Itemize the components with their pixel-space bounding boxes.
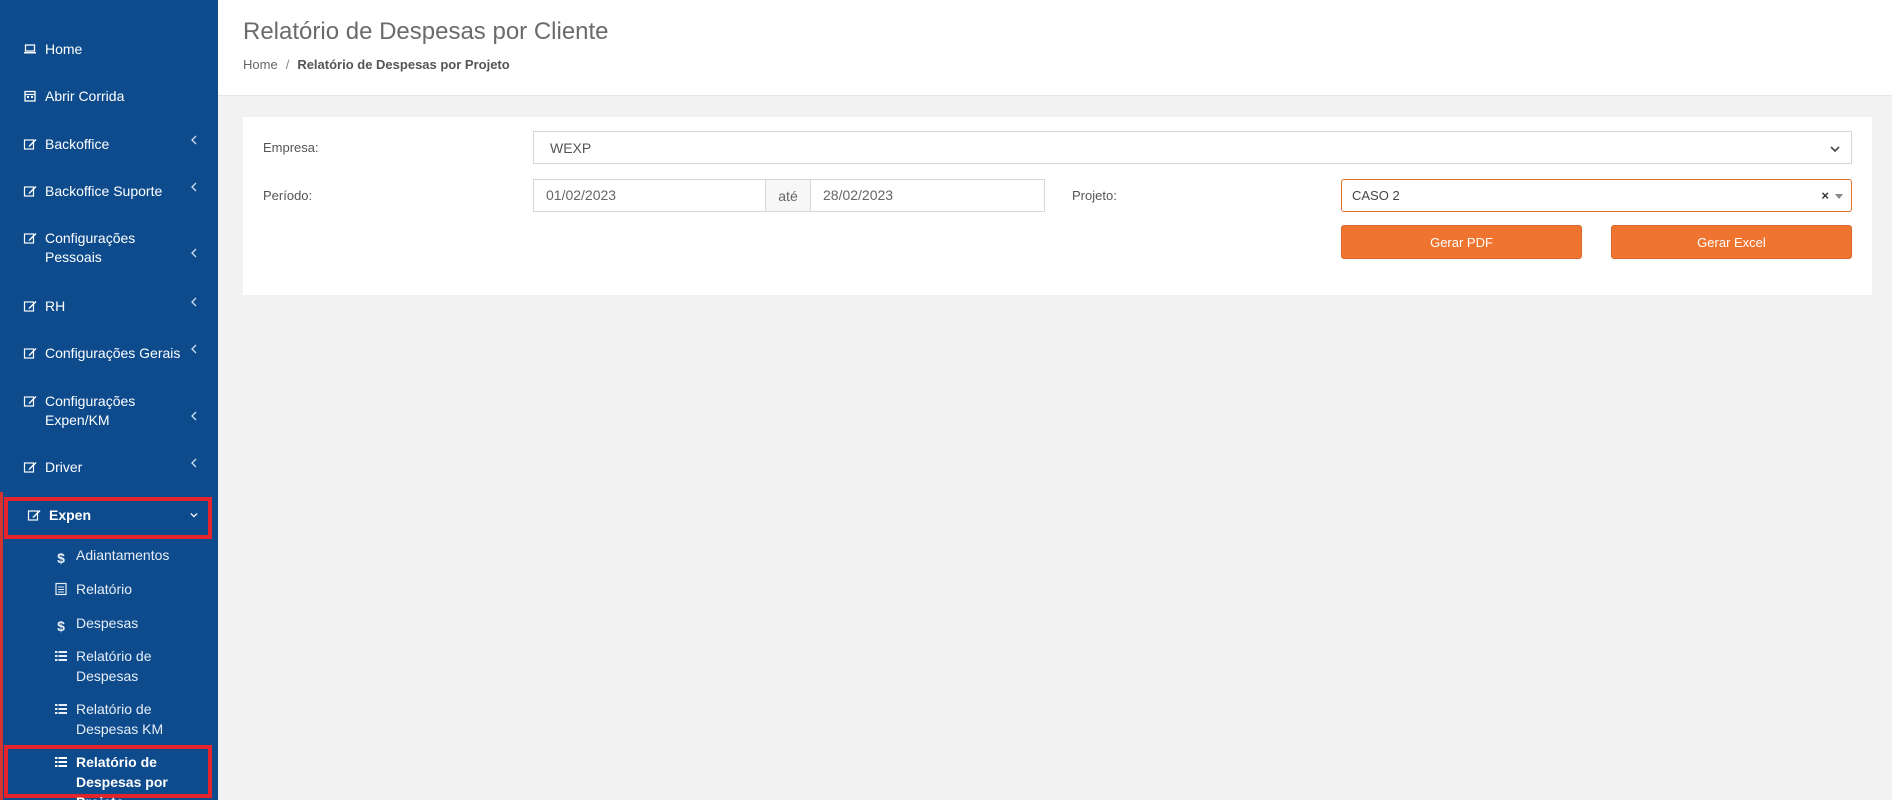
- report-filter-card: Empresa: WEXP Período: 01/02/2023 até 28…: [243, 117, 1872, 295]
- breadcrumb: Home / Relatório de Despesas por Projeto: [243, 57, 510, 72]
- empresa-label: Empresa:: [263, 140, 319, 155]
- breadcrumb-current: Relatório de Despesas por Projeto: [297, 57, 510, 72]
- sidebar-item-backoffice[interactable]: Backoffice: [0, 135, 218, 154]
- submenu-item-label: Relatório: [76, 581, 133, 597]
- sidebar-item-label: Home: [45, 41, 83, 57]
- sidebar-item-home[interactable]: Home: [0, 40, 218, 59]
- sidebar-item-configuracoes-gerais[interactable]: Configurações Gerais: [0, 344, 218, 363]
- chevron-left-icon: [190, 458, 198, 468]
- gerar-excel-button[interactable]: Gerar Excel: [1611, 225, 1852, 259]
- empresa-select[interactable]: WEXP: [533, 131, 1852, 164]
- chevron-left-icon: [190, 297, 198, 307]
- submenu-item-relatorio-de-despesas-por-projeto[interactable]: Relatório de Despesas por Projeto: [54, 752, 204, 800]
- list-icon: [54, 702, 68, 716]
- page-header: Relatório de Despesas por Cliente Home / R…: [218, 0, 1892, 96]
- calendar-icon: [23, 89, 37, 103]
- projeto-select[interactable]: CASO 2 ×: [1341, 179, 1852, 212]
- chevron-left-icon: [190, 411, 198, 421]
- sidebar: Home Abrir Corrida Backoffice Backoffice…: [0, 0, 218, 800]
- caret-down-icon: [1835, 194, 1843, 199]
- sidebar-item-driver[interactable]: Driver: [0, 458, 218, 477]
- sidebar-item-backoffice-suporte[interactable]: Backoffice Suporte: [0, 182, 218, 201]
- chevron-down-icon: [190, 510, 198, 520]
- breadcrumb-separator: /: [285, 57, 290, 72]
- submenu-item-label: Relatório de Despesas por Projeto: [76, 754, 168, 800]
- submenu-item-relatorio[interactable]: Relatório: [54, 579, 214, 599]
- sidebar-item-configuracoes-pessoais[interactable]: Configurações Pessoais: [0, 229, 218, 267]
- sidebar-item-abrir-corrida[interactable]: Abrir Corrida: [0, 87, 218, 106]
- submenu-item-label: Relatório de Despesas: [76, 648, 152, 684]
- date-range-separator: até: [765, 180, 811, 211]
- expen-submenu-highlight: [0, 492, 3, 800]
- edit-icon: [23, 394, 37, 408]
- dollar-icon: $: [57, 618, 65, 634]
- edit-icon: [23, 299, 37, 313]
- edit-icon: [23, 231, 37, 245]
- dollar-icon: $: [57, 550, 65, 566]
- chevron-left-icon: [190, 182, 198, 192]
- empresa-select-value: WEXP: [550, 139, 592, 156]
- sidebar-item-label: Configurações Expen/KM: [45, 393, 136, 428]
- laptop-icon: [23, 42, 37, 56]
- sidebar-item-label: Abrir Corrida: [45, 88, 125, 104]
- chevron-left-icon: [190, 248, 198, 258]
- submenu-item-label: Despesas: [76, 615, 139, 631]
- list-icon: [54, 649, 68, 663]
- chevron-left-icon: [190, 135, 198, 145]
- edit-icon: [23, 346, 37, 360]
- projeto-label: Projeto:: [1072, 188, 1117, 203]
- projeto-select-value: CASO 2: [1352, 188, 1400, 203]
- periodo-date-range: 01/02/2023 até 28/02/2023: [533, 179, 1045, 212]
- gerar-pdf-button[interactable]: Gerar PDF: [1341, 225, 1582, 259]
- date-start-input[interactable]: 01/02/2023: [546, 187, 616, 203]
- chevron-down-icon: [1829, 142, 1841, 154]
- submenu-item-label: Adiantamentos: [76, 547, 170, 563]
- submenu-item-relatorio-de-despesas[interactable]: Relatório de Despesas: [54, 646, 184, 686]
- page-title: Relatório de Despesas por Cliente: [243, 18, 609, 45]
- edit-icon: [27, 508, 41, 522]
- submenu-item-label: Relatório de Despesas KM: [76, 701, 164, 737]
- list-icon: [54, 755, 68, 769]
- edit-icon: [23, 460, 37, 474]
- edit-icon: [23, 184, 37, 198]
- submenu-item-despesas[interactable]: $ Despesas: [54, 613, 214, 634]
- chevron-left-icon: [190, 344, 198, 354]
- clear-selection-icon[interactable]: ×: [1821, 188, 1829, 203]
- edit-icon: [23, 137, 37, 151]
- sidebar-item-rh[interactable]: RH: [0, 297, 218, 316]
- submenu-item-relatorio-de-despesas-km[interactable]: Relatório de Despesas KM: [54, 699, 184, 739]
- document-icon: [54, 582, 68, 596]
- date-end-input[interactable]: 28/02/2023: [823, 187, 893, 203]
- breadcrumb-home-link[interactable]: Home: [243, 57, 278, 72]
- sidebar-item-configuracoes-expen-km[interactable]: Configurações Expen/KM: [0, 392, 218, 430]
- sidebar-item-label: Configurações Pessoais: [45, 230, 136, 265]
- periodo-label: Período:: [263, 188, 313, 203]
- sidebar-item-expen[interactable]: Expen: [0, 506, 218, 525]
- submenu-item-adiantamentos[interactable]: $ Adiantamentos: [54, 545, 214, 566]
